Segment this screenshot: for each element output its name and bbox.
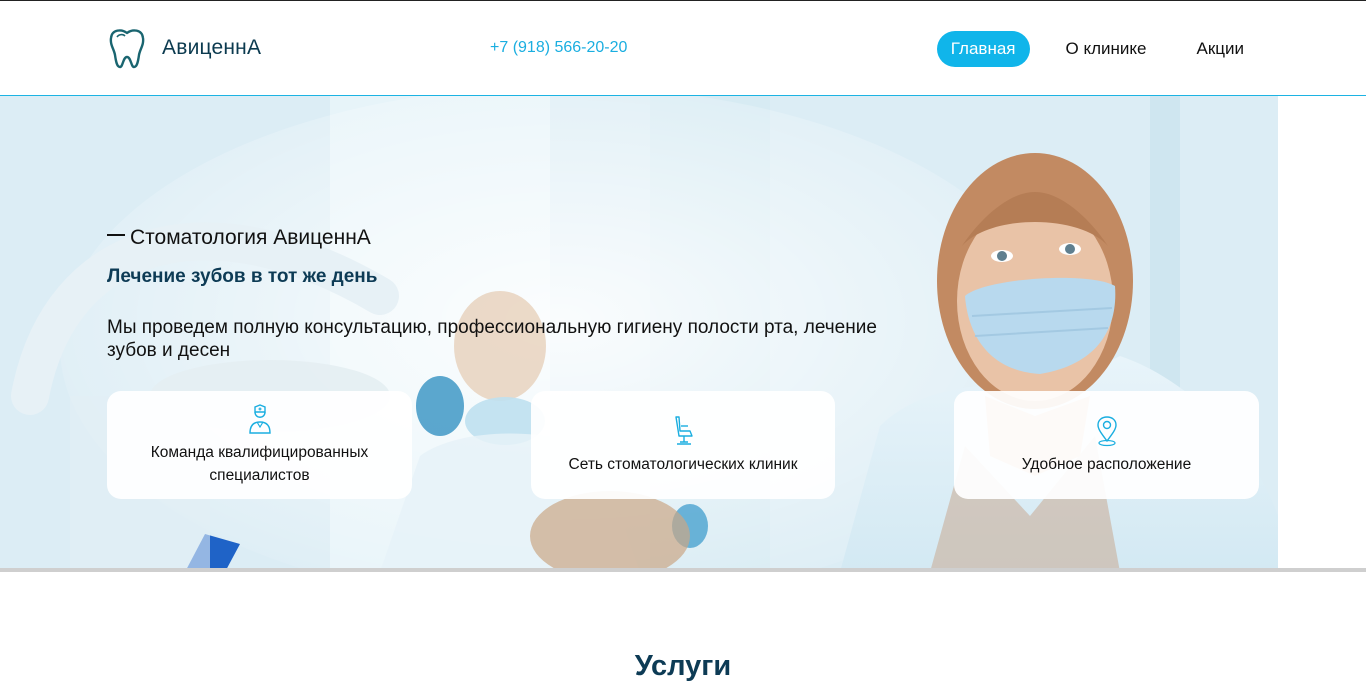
feature-card-specialists: Команда квалифицированных специалистов [107, 391, 412, 499]
tooth-icon [109, 29, 145, 69]
hero-description: Мы проведем полную консультацию, професс… [107, 317, 877, 361]
feature-card-label: Удобное расположение [1021, 455, 1192, 473]
nav-item-home[interactable]: Главная [936, 31, 1030, 67]
feature-card-clinics: Сеть стоматологических клиник [531, 391, 835, 499]
doctor-icon [248, 404, 271, 434]
site-header: АвиценнА +7 (918) 566-20-20 Главная О кл… [0, 0, 1366, 96]
phone-link[interactable]: +7 (918) 566-20-20 [490, 39, 627, 57]
nav-item-promotions[interactable]: Акции [1182, 31, 1258, 67]
nav-item-about[interactable]: О клинике [1052, 31, 1161, 67]
hero-bottom-border [0, 568, 1366, 572]
feature-card-label: Команда квалифицированных специалистов [150, 444, 369, 484]
logo-text: АвиценнА [162, 36, 262, 59]
dental-chair-icon [675, 415, 693, 445]
logo[interactable]: АвиценнА [108, 27, 261, 69]
main-nav: Главная О клинике Акции [936, 31, 1258, 67]
map-pin-icon [1096, 415, 1117, 446]
hero-subtitle-text: Стоматология АвиценнА [130, 226, 371, 249]
feature-card-label: Сеть стоматологических клиник [568, 455, 798, 473]
hero-section: Стоматология АвиценнА Лечение зубов в то… [0, 96, 1366, 572]
services-title: Услуги [634, 650, 732, 682]
hero-title: Лечение зубов в тот же день [107, 266, 378, 287]
hero-subtitle: Стоматология АвиценнА [107, 226, 371, 250]
feature-card-location: Удобное расположение [954, 391, 1259, 499]
hero-right-margin [1278, 96, 1366, 572]
dash-decoration [107, 234, 125, 236]
